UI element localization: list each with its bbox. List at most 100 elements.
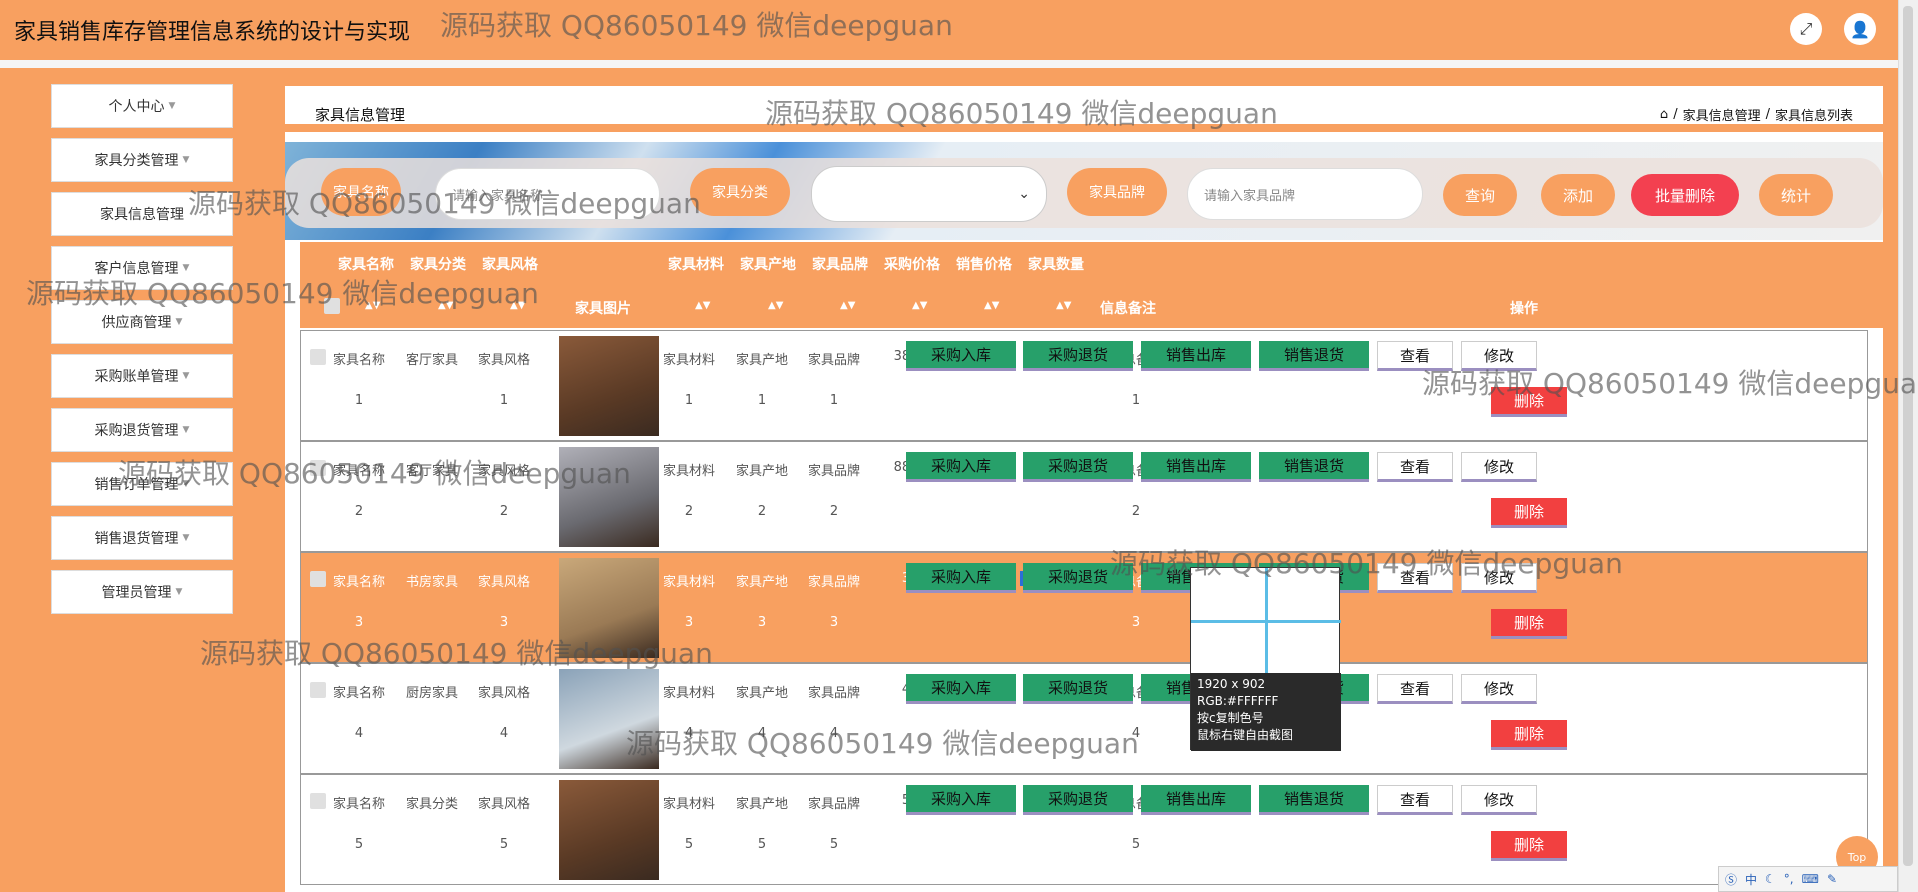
purchase-return-button[interactable]: 采购退货 — [1023, 452, 1133, 482]
sidebar-item-sales-return[interactable]: 销售退货管理 ▼ — [51, 516, 233, 560]
purchase-in-button[interactable]: 采购入库 — [906, 563, 1016, 593]
cell-material: 家具材料 — [662, 686, 715, 701]
sort-icon[interactable]: ▲▼ — [695, 300, 710, 311]
ime-lang[interactable]: 中 — [1745, 871, 1757, 888]
row-checkbox[interactable] — [310, 571, 326, 587]
sale-out-button[interactable]: 销售出库 — [1141, 452, 1251, 482]
furniture-image[interactable] — [559, 558, 659, 658]
expand-icon[interactable]: ⤢ — [1790, 13, 1822, 45]
edit-button[interactable]: 修改 — [1461, 785, 1537, 815]
edit-button[interactable]: 修改 — [1461, 452, 1537, 482]
page-header: 家具信息管理 ⌂ / 家具信息管理 / 家具信息列表 — [285, 80, 1883, 134]
table-row[interactable]: 家具名称2客厅家具家具风格2家具材料2家具产地2家具品牌2880120011信息… — [300, 441, 1868, 552]
query-button[interactable]: 查询 — [1443, 174, 1517, 216]
edit-button[interactable]: 修改 — [1461, 674, 1537, 704]
sidebar-item-profile[interactable]: 个人中心 ▼ — [51, 84, 233, 128]
sort-icon[interactable]: ▲▼ — [768, 300, 783, 311]
cell-name: 家具名称 — [332, 464, 385, 479]
sidebar-item-purchase-return[interactable]: 采购退货管理 ▼ — [51, 408, 233, 452]
col-style[interactable]: 家具风格 — [482, 254, 538, 274]
delete-button[interactable]: 删除 — [1491, 720, 1567, 750]
user-icon[interactable]: 👤 — [1844, 13, 1876, 45]
col-quantity[interactable]: 家具数量 — [1028, 254, 1084, 274]
col-category[interactable]: 家具分类 — [410, 254, 466, 274]
sidebar-item-furniture[interactable]: 家具信息管理 — [51, 192, 233, 236]
punct-icon[interactable]: °, — [1784, 872, 1794, 886]
col-purchase-price[interactable]: 采购价格 — [884, 254, 940, 274]
sort-icon[interactable]: ▲▼ — [365, 300, 380, 311]
sale-out-button[interactable]: 销售出库 — [1141, 785, 1251, 815]
sort-icon[interactable]: ▲▼ — [984, 300, 999, 311]
sale-return-button[interactable]: 销售退货 — [1259, 341, 1369, 371]
scrollbar-thumb[interactable] — [1903, 6, 1913, 866]
home-icon[interactable]: ⌂ — [1660, 107, 1668, 122]
category-select[interactable]: ⌄ — [811, 166, 1047, 222]
wrench-icon[interactable]: ✎ — [1827, 872, 1837, 886]
edit-button[interactable]: 修改 — [1461, 341, 1537, 371]
name-search-input[interactable]: 请输入家具名称 — [435, 168, 660, 220]
sort-icon[interactable]: ▲▼ — [438, 300, 453, 311]
purchase-return-button[interactable]: 采购退货 — [1023, 563, 1133, 593]
breadcrumb-item[interactable]: 家具信息管理 — [1683, 105, 1761, 124]
row-checkbox[interactable] — [310, 460, 326, 476]
sort-icon[interactable]: ▲▼ — [510, 300, 525, 311]
view-button[interactable]: 查看 — [1377, 341, 1453, 371]
sidebar-item-category[interactable]: 家具分类管理 ▼ — [51, 138, 233, 182]
sale-out-button[interactable]: 销售出库 — [1141, 341, 1251, 371]
table-row[interactable]: 家具名称5家具分类家具风格5家具材料5家具产地5家具品牌5555信息备注5采购入… — [300, 774, 1868, 885]
sidebar-item-purchase-bill[interactable]: 采购账单管理 ▼ — [51, 354, 233, 398]
row-checkbox[interactable] — [310, 682, 326, 698]
scrollbar[interactable] — [1898, 0, 1918, 892]
col-origin[interactable]: 家具产地 — [740, 254, 796, 274]
brand-search-input[interactable]: 请输入家具品牌 — [1187, 168, 1423, 220]
delete-button[interactable]: 删除 — [1491, 609, 1567, 639]
purchase-in-button[interactable]: 采购入库 — [906, 452, 1016, 482]
delete-button[interactable]: 删除 — [1491, 387, 1567, 417]
table-row[interactable]: 家具名称4厨房家具家具风格4家具材料4家具产地4家具品牌4444信息备注4采购入… — [300, 663, 1868, 774]
row-checkbox[interactable] — [310, 349, 326, 365]
sidebar-item-supplier[interactable]: 供应商管理 ▼ — [51, 300, 233, 344]
furniture-image[interactable] — [559, 780, 659, 880]
col-sale-price[interactable]: 销售价格 — [956, 254, 1012, 274]
stats-button[interactable]: 统计 — [1759, 174, 1833, 216]
sidebar-item-admin[interactable]: 管理员管理 ▼ — [51, 570, 233, 614]
purchase-return-button[interactable]: 采购退货 — [1023, 785, 1133, 815]
delete-button[interactable]: 删除 — [1491, 498, 1567, 528]
view-button[interactable]: 查看 — [1377, 452, 1453, 482]
col-brand[interactable]: 家具品牌 — [812, 254, 868, 274]
furniture-image[interactable] — [559, 447, 659, 547]
view-button[interactable]: 查看 — [1377, 785, 1453, 815]
keyboard-icon[interactable]: ⌨ — [1802, 872, 1819, 886]
sale-return-button[interactable]: 销售退货 — [1259, 452, 1369, 482]
col-material[interactable]: 家具材料 — [668, 254, 724, 274]
select-all-checkbox[interactable] — [324, 298, 340, 314]
add-button[interactable]: 添加 — [1541, 174, 1615, 216]
table-row[interactable]: 家具名称3书房家具家具风格3家具材料3家具产地3家具品牌33318信息备注3采购… — [300, 552, 1868, 663]
sale-return-button[interactable]: 销售退货 — [1259, 785, 1369, 815]
table-row[interactable]: 家具名称1客厅家具家具风格1家具材料1家具产地1家具品牌138065030信息备… — [300, 330, 1868, 441]
sidebar-item-customer[interactable]: 客户信息管理 ▼ — [51, 246, 233, 290]
moon-icon[interactable]: ☾ — [1765, 872, 1776, 886]
purchase-return-button[interactable]: 采购退货 — [1023, 674, 1133, 704]
sidebar-item-sales-order[interactable]: 销售订单管理 ▼ — [51, 462, 233, 506]
ime-toolbar[interactable]: Ⓢ 中 ☾ °, ⌨ ✎ — [1718, 866, 1898, 892]
delete-button[interactable]: 删除 — [1491, 831, 1567, 861]
view-button[interactable]: 查看 — [1377, 674, 1453, 704]
main-panel: 家具信息管理 ⌂ / 家具信息管理 / 家具信息列表 家具名称 请输入家具名称 家具… — [285, 80, 1883, 892]
view-button[interactable]: 查看 — [1377, 563, 1453, 593]
sort-icon[interactable]: ▲▼ — [912, 300, 927, 311]
sort-icon[interactable]: ▲▼ — [1056, 300, 1071, 311]
batch-delete-button[interactable]: 批量删除 — [1631, 174, 1739, 216]
edit-button[interactable]: 修改 — [1461, 563, 1537, 593]
purchase-in-button[interactable]: 采购入库 — [906, 341, 1016, 371]
purchase-in-button[interactable]: 采购入库 — [906, 785, 1016, 815]
purchase-return-button[interactable]: 采购退货 — [1023, 341, 1133, 371]
furniture-image[interactable] — [559, 669, 659, 769]
cell-name-no: 1 — [354, 393, 364, 408]
col-name[interactable]: 家具名称 — [338, 254, 394, 274]
row-checkbox[interactable] — [310, 793, 326, 809]
furniture-image[interactable] — [559, 336, 659, 436]
purchase-in-button[interactable]: 采购入库 — [906, 674, 1016, 704]
cell-name-no: 5 — [354, 837, 364, 852]
sort-icon[interactable]: ▲▼ — [840, 300, 855, 311]
